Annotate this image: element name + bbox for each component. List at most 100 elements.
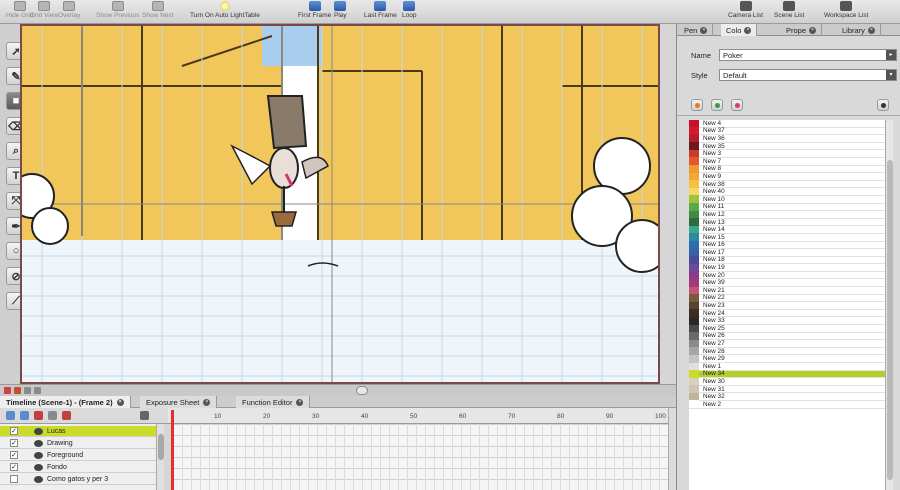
tab-function[interactable]: Function Editor ×	[236, 396, 311, 408]
name-field[interactable]: Poker ▸	[719, 49, 897, 61]
tab-library[interactable]: Library ×	[837, 24, 881, 36]
ruler-tick-label: 40	[361, 413, 369, 420]
layer-enable-checkbox[interactable]: ✓	[10, 451, 18, 459]
grid-view-button[interactable]: Grid View	[30, 1, 58, 23]
close-icon[interactable]: ×	[700, 26, 708, 34]
toolbar-label: Last Frame	[364, 12, 397, 19]
layer-scrollbar[interactable]	[156, 424, 164, 490]
playhead[interactable]	[171, 410, 174, 490]
ruler-tick-label: 20	[263, 413, 271, 420]
peg-icon[interactable]	[62, 411, 71, 420]
tab-label: Prope	[786, 25, 807, 35]
toolbar-label: Scene List	[774, 12, 805, 19]
camera-view[interactable]	[20, 24, 660, 384]
swatch-scrollbar-thumb[interactable]	[887, 160, 893, 480]
style-dropdown[interactable]: Default ▾	[719, 69, 897, 81]
play-button[interactable]: Play	[334, 1, 347, 23]
top-toolbar: Hide Grid Grid View Overlay Show Previous Sh…	[0, 0, 900, 24]
timeline-vertical-scrollbar[interactable]	[668, 408, 676, 490]
timeline-menu-icon[interactable]	[140, 411, 149, 420]
zoom-in-icon[interactable]	[14, 387, 21, 394]
color-chip	[689, 263, 699, 272]
close-icon[interactable]: ×	[203, 398, 211, 406]
tab-colo[interactable]: Colo ×	[721, 24, 758, 36]
layer-properties-icon[interactable]	[48, 411, 57, 420]
floor-area	[22, 240, 658, 382]
layer-row[interactable]: ✓ Foreground	[0, 450, 156, 461]
timeline-ruler[interactable]: 10 20 30 40 50 60 70 80 90 100	[168, 408, 668, 424]
add-gradient-icon[interactable]	[711, 99, 723, 111]
tab-label: Timeline (Scene-1) - (Frame 2)	[6, 397, 113, 407]
scene-list-button[interactable]: Scene List	[774, 1, 804, 23]
stroke-icon: ⟋	[12, 294, 20, 307]
tab-prope[interactable]: Prope ×	[781, 24, 823, 36]
reset-view-icon[interactable]	[24, 387, 31, 394]
close-icon[interactable]: ×	[867, 26, 875, 34]
paint-icon: ■	[12, 95, 20, 107]
close-icon[interactable]: ×	[296, 398, 304, 406]
layer-row[interactable]: ✓ Drawing	[0, 438, 156, 449]
rotate-view-icon[interactable]	[34, 387, 41, 394]
layer-row[interactable]: Como gatos y per 3	[0, 474, 156, 485]
horizontal-scrollbar[interactable]	[356, 386, 368, 395]
color-swatch-row[interactable]: New 2	[689, 400, 885, 409]
camera-list-button[interactable]: Camera List	[728, 1, 763, 23]
toolbar-label: Overlay	[58, 12, 81, 19]
add-color-icon[interactable]	[691, 99, 703, 111]
color-name: New 32	[703, 393, 725, 401]
color-chip	[689, 241, 699, 249]
close-icon[interactable]: ×	[809, 26, 817, 34]
color-name: New 2	[703, 400, 722, 408]
tab-label: Exposure Sheet	[146, 397, 200, 407]
delete-color-icon[interactable]	[731, 99, 743, 111]
swatch-scrollbar[interactable]	[885, 120, 893, 490]
zoom-out-icon[interactable]	[4, 387, 11, 394]
timeline-tabs: Timeline (Scene-1) - (Frame 2) × Exposure …	[0, 396, 676, 408]
show-next-button[interactable]: Show Next	[142, 1, 173, 23]
tab-pen[interactable]: Pen ×	[679, 24, 714, 36]
layer-enable-checkbox[interactable]: ✓	[10, 427, 18, 435]
light-bulb-icon	[219, 1, 230, 11]
grid-icon	[13, 1, 26, 11]
layer-drawing-icon	[34, 463, 43, 471]
tab-label: Function Editor	[242, 397, 293, 407]
layer-scrollbar-thumb[interactable]	[158, 434, 164, 460]
color-chip	[689, 286, 699, 295]
tab-timeline[interactable]: Timeline (Scene-1) - (Frame 2) ×	[0, 396, 131, 408]
workspace-list-button[interactable]: Workspace List	[824, 1, 868, 23]
delete-layer-icon[interactable]	[34, 411, 43, 420]
add-drawing-layer-icon[interactable]	[20, 411, 29, 420]
loop-button[interactable]: Loop	[402, 1, 416, 23]
ruler-tick-label: 70	[508, 413, 516, 420]
layer-row[interactable]: ✓ Fondo	[0, 462, 156, 473]
show-previous-button[interactable]: Show Previous	[96, 1, 139, 23]
overlay-button[interactable]: Overlay	[58, 1, 80, 23]
chevron-down-icon[interactable]: ▾	[886, 70, 896, 80]
layer-row[interactable]: ✓ Lucas	[0, 426, 156, 437]
layer-enable-checkbox[interactable]: ✓	[10, 439, 18, 447]
palette-list-icon[interactable]: ▸	[886, 50, 896, 60]
color-chip	[689, 362, 699, 371]
grid-view-icon	[38, 1, 51, 11]
add-layer-icon[interactable]	[6, 411, 15, 420]
color-chip	[689, 392, 699, 401]
close-icon[interactable]: ×	[744, 26, 752, 34]
layer-enable-checkbox[interactable]: ✓	[10, 463, 18, 471]
tab-exposure[interactable]: Exposure Sheet ×	[140, 396, 218, 408]
color-chip	[689, 248, 699, 257]
timeline-frames-grid[interactable]	[174, 424, 668, 490]
palette-menu-icon[interactable]	[877, 99, 889, 111]
color-chip	[689, 120, 699, 128]
style-label: Style	[691, 71, 708, 80]
color-name: New 28	[703, 347, 725, 355]
color-chip	[689, 218, 699, 226]
layer-enable-checkbox[interactable]	[10, 475, 18, 483]
turn-on-auto-lighttable-button[interactable]: Turn On Auto LightTable	[190, 1, 260, 23]
first-frame-button[interactable]: First Frame	[298, 1, 331, 23]
color-chip	[689, 203, 699, 211]
color-name: New 7	[703, 157, 722, 165]
close-icon[interactable]: ×	[116, 398, 124, 406]
last-frame-button[interactable]: Last Frame	[364, 1, 397, 23]
color-name: New 26	[703, 332, 725, 340]
color-name: New 13	[703, 218, 725, 226]
